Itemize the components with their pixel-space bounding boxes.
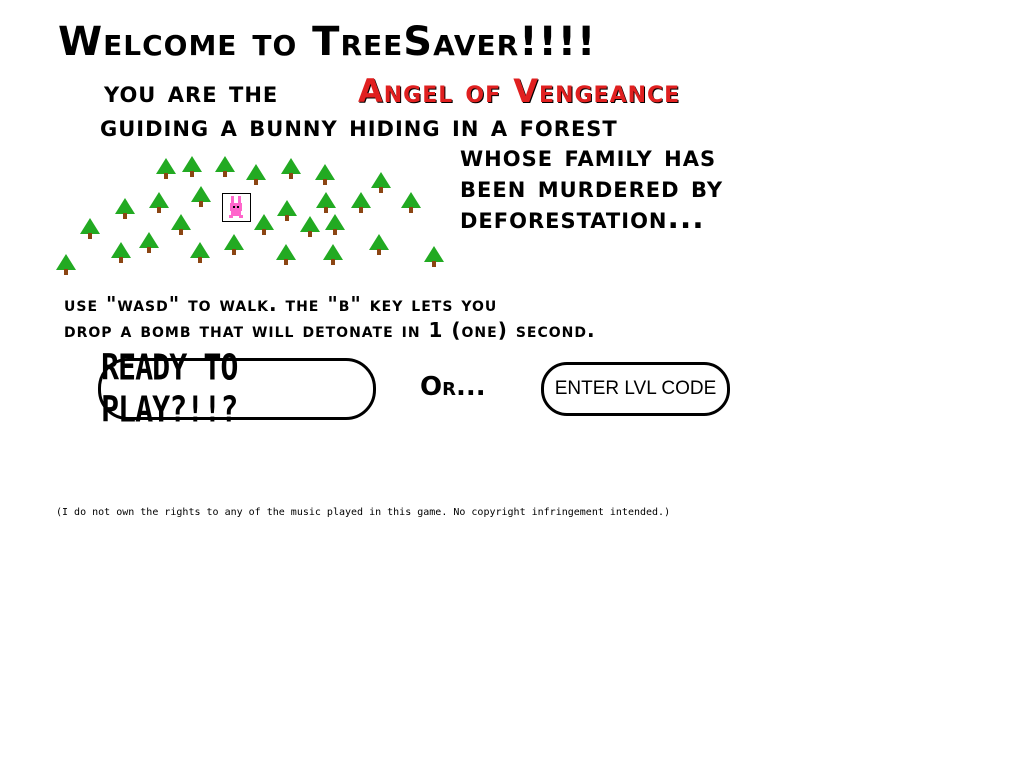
- tree-icon: [401, 192, 421, 214]
- tree-icon: [182, 156, 202, 178]
- tree-icon: [254, 214, 274, 236]
- music-disclaimer: (I do not own the rights to any of the m…: [56, 507, 671, 518]
- or-text: Or...: [420, 372, 486, 402]
- tree-icon: [111, 242, 131, 264]
- tree-icon: [191, 186, 211, 208]
- tree-icon: [56, 254, 76, 276]
- instruction-line-1: Use "WASD" to walk. The "B" key lets you: [64, 292, 498, 316]
- angel-of-vengeance-text: Angel of Vengeance: [358, 72, 681, 110]
- tree-icon: [315, 164, 335, 186]
- tree-icon: [281, 158, 301, 180]
- story-line-3: whose family has: [460, 139, 717, 174]
- tree-icon: [139, 232, 159, 254]
- tree-icon: [325, 214, 345, 236]
- enter-level-code-button[interactable]: ENTER LVL CODE: [541, 362, 730, 416]
- tree-icon: [300, 216, 320, 238]
- tree-icon: [115, 198, 135, 220]
- tree-icon: [171, 214, 191, 236]
- bunny-sprite-frame: [222, 193, 251, 222]
- ready-to-play-button[interactable]: READY TO PLAY?!!?: [98, 347, 376, 431]
- tree-icon: [80, 218, 100, 240]
- ready-to-play-label: READY TO PLAY?!!?: [101, 347, 239, 431]
- story-line-2: guiding a bunny hiding in a forest: [100, 109, 618, 144]
- story-line-5: deforestation...: [460, 201, 705, 236]
- enter-level-code-label: ENTER LVL CODE: [554, 378, 717, 399]
- instruction-line-2: Drop a bomb that will detonate in 1 (one…: [64, 318, 596, 342]
- tree-icon: [190, 242, 210, 264]
- tree-icon: [369, 234, 389, 256]
- story-line-4: been murdered by: [460, 170, 724, 205]
- bunny-icon: [229, 196, 243, 218]
- forest-illustration: [50, 148, 460, 278]
- tree-icon: [277, 200, 297, 222]
- tree-icon: [351, 192, 371, 214]
- tree-icon: [316, 192, 336, 214]
- tree-icon: [149, 192, 169, 214]
- tree-icon: [215, 156, 235, 178]
- game-title: Welcome to TreeSaver!!!!: [58, 19, 597, 65]
- tree-icon: [371, 172, 391, 194]
- tree-icon: [323, 244, 343, 266]
- tree-icon: [246, 164, 266, 186]
- tree-icon: [156, 158, 176, 180]
- story-line-1: You are the: [104, 75, 279, 110]
- tree-icon: [424, 246, 444, 268]
- tree-icon: [224, 234, 244, 256]
- tree-icon: [276, 244, 296, 266]
